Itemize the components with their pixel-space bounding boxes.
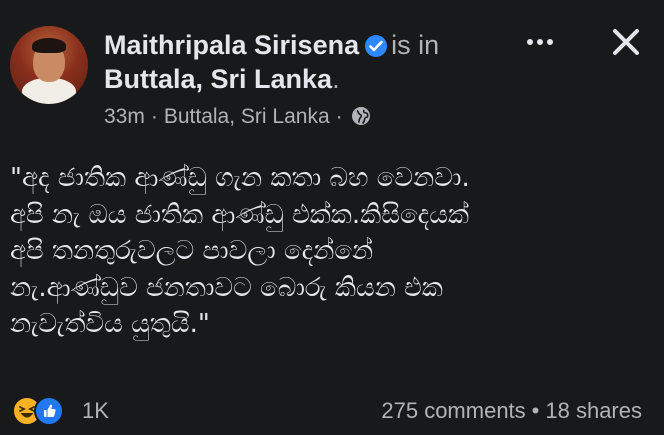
reaction-count[interactable]: 1K bbox=[82, 398, 109, 424]
post-text-line: "අද ජාතික ආණ්ඩු ගැන කතා බහ වෙනවා. bbox=[10, 163, 470, 193]
meta-location[interactable]: Buttala, Sri Lanka bbox=[164, 105, 330, 128]
post-header-line: Maithripala Sirisena is in bbox=[104, 28, 439, 62]
like-icon bbox=[34, 396, 64, 426]
checkin-location-line: Buttala, Sri Lanka. bbox=[104, 62, 340, 96]
close-icon[interactable] bbox=[610, 26, 642, 58]
more-options-icon[interactable] bbox=[522, 32, 558, 52]
post-card: Maithripala Sirisena is in Buttala, Sri L… bbox=[0, 0, 664, 435]
avatar-hair bbox=[32, 38, 66, 53]
meta-separator: · bbox=[150, 105, 158, 128]
author-name[interactable]: Maithripala Sirisena bbox=[104, 30, 359, 60]
post-text-line: නැවැත්විය යුතුයි." bbox=[10, 309, 210, 339]
post-text-line: අපි තනතුරුවලට පාවලා දෙන්නේ bbox=[10, 236, 374, 266]
post-text: "අද ජාතික ආණ්ඩු ගැන කතා බහ වෙනවා. අපි නැ… bbox=[10, 160, 650, 343]
post-text-line: නැ.ආණ්ඩුව ජනතාවට බොරු කියන එක bbox=[10, 272, 443, 303]
globe-icon[interactable] bbox=[351, 106, 371, 133]
is-in-text: is in bbox=[391, 30, 440, 60]
verified-badge-icon bbox=[365, 35, 388, 57]
comments-count[interactable]: 275 comments bbox=[381, 398, 525, 423]
post-text-line: අපි නැ ඔය ජාතික ආණ්ඩු එක්ක.කිසිදෙයක් bbox=[10, 199, 470, 230]
post-stats: 275 comments • 18 shares bbox=[381, 398, 642, 424]
meta-separator-2: · bbox=[335, 105, 343, 128]
post-time[interactable]: 33m bbox=[104, 105, 145, 128]
avatar[interactable] bbox=[10, 26, 88, 104]
period-text: . bbox=[332, 64, 340, 94]
post-meta: 33m · Buttala, Sri Lanka · bbox=[104, 104, 371, 130]
checkin-location[interactable]: Buttala, Sri Lanka bbox=[104, 64, 332, 94]
reactions-summary[interactable] bbox=[12, 396, 72, 426]
stats-separator: • bbox=[531, 398, 540, 423]
shares-count[interactable]: 18 shares bbox=[545, 398, 642, 423]
